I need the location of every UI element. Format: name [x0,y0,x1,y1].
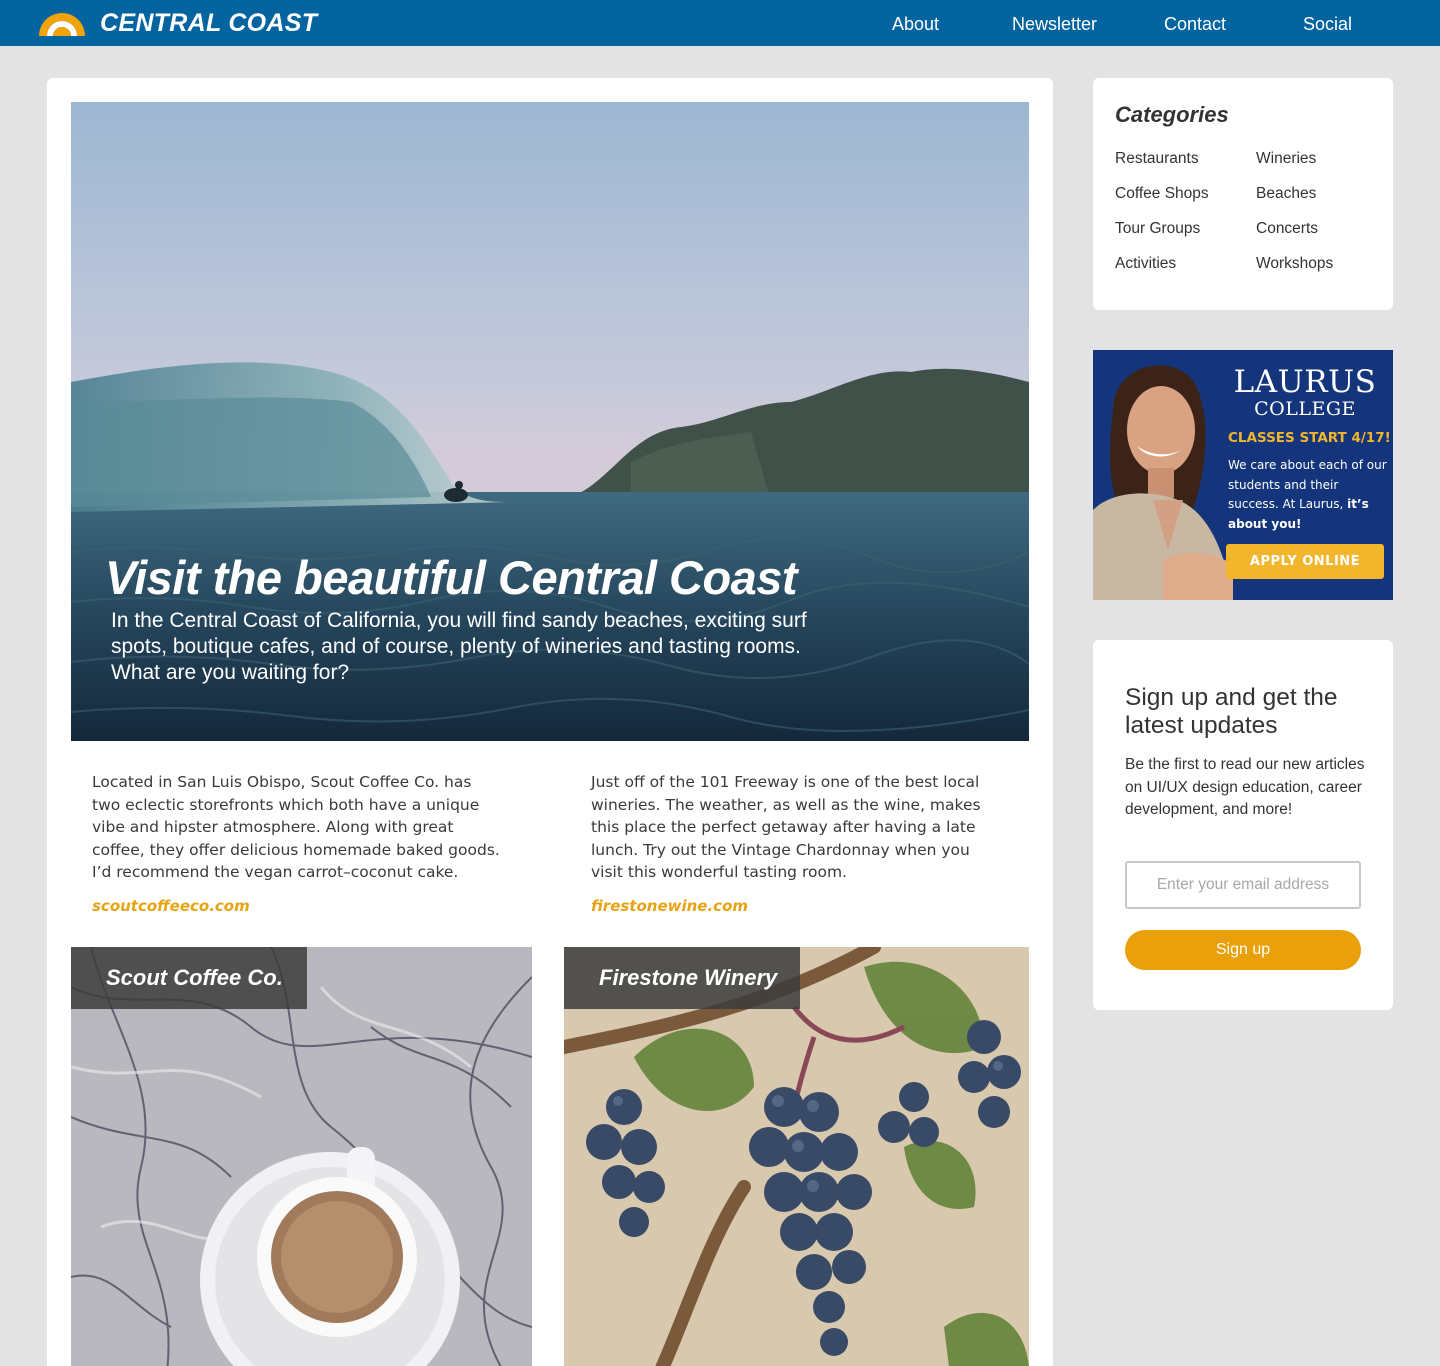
article-scout-text: Located in San Luis Obispo, Scout Coffee… [92,773,500,881]
laurus-college-ad[interactable]: LAURUS COLLEGE CLASSES START 4/17! We ca… [1093,350,1393,600]
firestone-winery-label: Firestone Winery [564,947,800,1009]
ad-college-name: LAURUS [1233,364,1377,400]
nav-about[interactable]: About [892,14,939,35]
category-workshops[interactable]: Workshops [1256,255,1333,273]
firestone-wine-link[interactable]: firestonewine.com [591,897,748,915]
top-navigation-bar: CENTRAL COAST About Newsletter Contact S… [0,0,1440,46]
brand-name[interactable]: CENTRAL COAST [100,9,317,38]
category-activities[interactable]: Activities [1115,255,1176,273]
categories-title: Categories [1115,102,1229,127]
signup-button[interactable]: Sign up [1125,930,1361,970]
apply-online-button[interactable]: APPLY ONLINE [1226,544,1384,579]
nav-contact[interactable]: Contact [1164,14,1226,35]
category-beaches[interactable]: Beaches [1256,185,1316,203]
coffee-cup-image [71,947,532,1366]
signup-card: Sign up and get the latest updates Be th… [1093,640,1393,1010]
hero-subtitle: In the Central Coast of California, you … [111,609,807,684]
scout-coffee-label: Scout Coffee Co. [71,947,307,1009]
firestone-winery-card[interactable]: Firestone Winery [564,947,1029,1366]
category-wineries[interactable]: Wineries [1256,150,1316,168]
hero-banner: Visit the beautiful Central Coast In the… [71,102,1029,741]
article-firestone-text: Just off of the 101 Freeway is one of th… [591,773,981,881]
main-content-card: Visit the beautiful Central Coast In the… [47,78,1053,1366]
categories-card: Categories Restaurants Coffee Shops Tour… [1093,78,1393,310]
category-concerts[interactable]: Concerts [1256,220,1318,238]
scout-coffee-card[interactable]: Scout Coffee Co. [71,947,532,1366]
hero-title: Visit the beautiful Central Coast [105,551,798,604]
signup-description: Be the first to read our new articles on… [1125,756,1365,818]
scout-coffee-link[interactable]: scoutcoffeeco.com [92,897,250,915]
ad-classes-start: CLASSES START 4/17! [1228,430,1391,446]
ad-college-name-2: COLLEGE [1254,398,1356,420]
category-tour-groups[interactable]: Tour Groups [1115,220,1200,238]
category-restaurants[interactable]: Restaurants [1115,150,1199,168]
nav-newsletter[interactable]: Newsletter [1012,14,1097,35]
category-coffee-shops[interactable]: Coffee Shops [1115,185,1209,203]
grapes-image [564,947,1029,1366]
ad-woman-photo [1093,365,1233,600]
email-field[interactable] [1125,861,1361,909]
rainbow-sun-icon [39,13,85,36]
signup-title: Sign up and get the latest updates [1125,684,1338,739]
nav-social[interactable]: Social [1303,14,1352,35]
ad-body-text: We care about each of our students and t… [1228,456,1388,534]
